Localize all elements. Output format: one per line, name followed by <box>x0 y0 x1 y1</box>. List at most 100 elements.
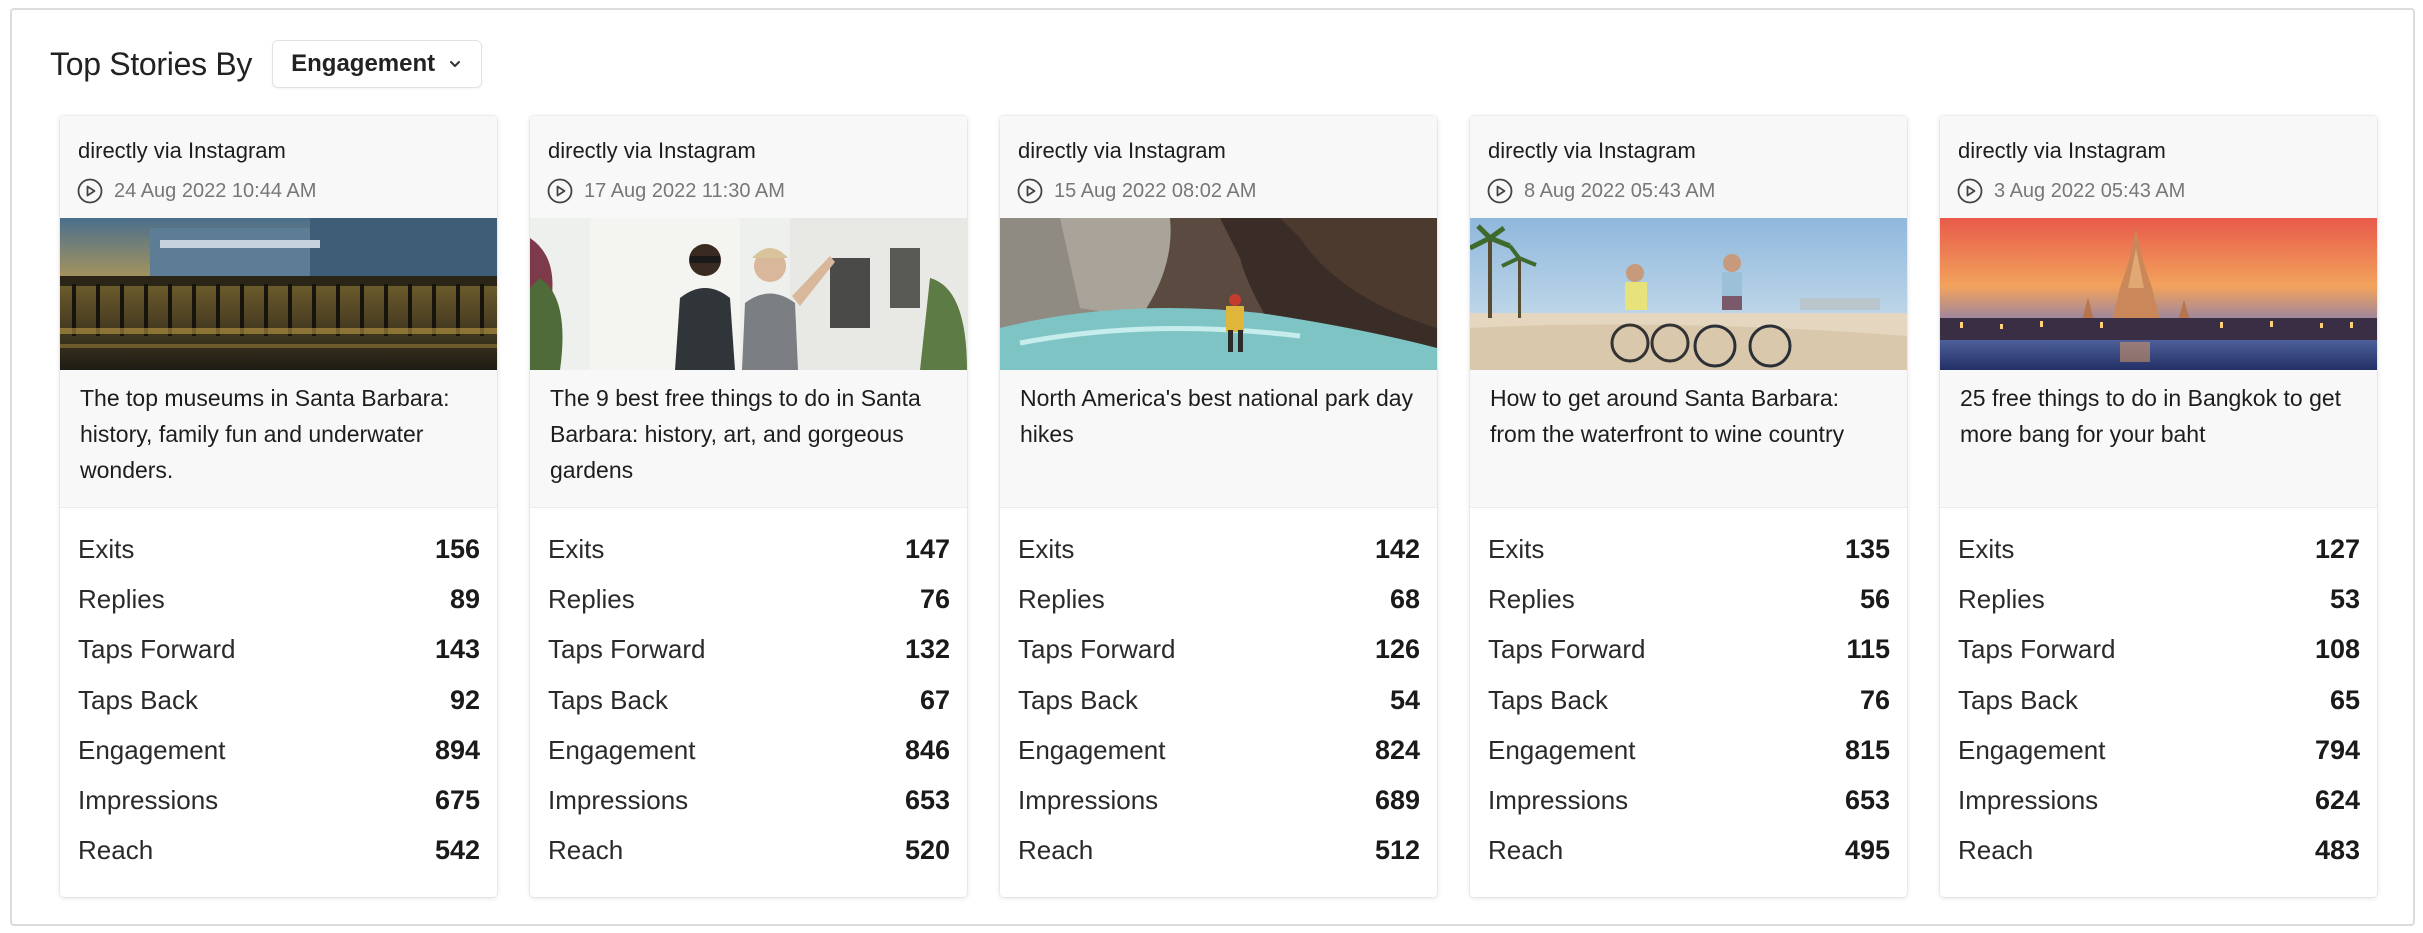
play-icon <box>547 178 573 204</box>
story-source: directly via Instagram <box>78 138 286 163</box>
stat-row-engagement: Engagement 815 <box>1488 725 1890 775</box>
story-meta: 3 Aug 2022 05:43 AM <box>1956 174 2185 208</box>
stat-label: Engagement <box>1018 734 1166 765</box>
stat-label: Replies <box>1488 583 1575 614</box>
stat-row-replies: Replies 56 <box>1488 574 1890 624</box>
story-thumbnail[interactable] <box>1470 218 1907 370</box>
stat-label: Exits <box>78 533 135 564</box>
stat-row-replies: Replies 89 <box>78 574 480 624</box>
stat-label: Exits <box>1958 533 2015 564</box>
stat-label: Replies <box>78 583 165 614</box>
story-thumbnail[interactable] <box>1000 218 1437 370</box>
stat-value: 127 <box>2314 533 2360 564</box>
story-caption: The top museums in Santa Barbara: histor… <box>80 385 450 483</box>
stat-value: 68 <box>1389 583 1420 614</box>
card-divider <box>530 507 967 508</box>
stat-label: Reach <box>78 835 154 866</box>
stat-value: 815 <box>1844 734 1890 765</box>
stat-value: 520 <box>904 835 950 866</box>
stat-label: Reach <box>1018 835 1094 866</box>
stat-row-impressions: Impressions 653 <box>1488 775 1890 825</box>
story-cards: directly via Instagram 24 Aug 2022 10:44… <box>60 116 2377 897</box>
stat-value: 115 <box>1846 634 1890 665</box>
stat-row-replies: Replies 53 <box>1958 574 2360 624</box>
stat-label: Taps Forward <box>1018 634 1176 665</box>
story-source: directly via Instagram <box>1958 138 2166 163</box>
stat-value: 542 <box>434 835 480 866</box>
stat-row-exits: Exits 135 <box>1488 524 1890 574</box>
story-source: directly via Instagram <box>548 138 756 163</box>
story-card[interactable]: directly via Instagram 17 Aug 2022 11:30… <box>530 116 967 897</box>
stat-value: 67 <box>919 684 950 715</box>
stat-row-reach: Reach 495 <box>1488 826 1890 876</box>
stat-value: 495 <box>1844 835 1890 866</box>
card-divider <box>1000 507 1437 508</box>
story-caption: North America's best national park day h… <box>1020 385 1414 447</box>
stat-value: 143 <box>434 634 480 665</box>
stat-row-impressions: Impressions 675 <box>78 775 480 825</box>
play-icon <box>1017 178 1043 204</box>
stat-row-reach: Reach 512 <box>1018 826 1420 876</box>
stat-row-taps-back: Taps Back 67 <box>548 675 950 725</box>
stat-value: 53 <box>2329 583 2360 614</box>
stat-value: 846 <box>904 734 950 765</box>
story-preview: directly via Instagram 3 Aug 2022 05:43 … <box>1940 116 2377 507</box>
stat-value: 92 <box>449 684 480 715</box>
story-card[interactable]: directly via Instagram 8 Aug 2022 05:43 … <box>1470 116 1907 897</box>
story-thumbnail[interactable] <box>530 218 967 370</box>
stat-value: 56 <box>1859 583 1890 614</box>
story-caption: How to get around Santa Barbara: from th… <box>1490 385 1845 447</box>
top-stories-panel: Top Stories By Engagement directly via I… <box>10 8 2415 926</box>
story-date: 17 Aug 2022 11:30 AM <box>584 179 785 202</box>
stat-value: 147 <box>904 533 950 564</box>
stat-row-taps-forward: Taps Forward 115 <box>1488 625 1890 675</box>
story-thumbnail[interactable] <box>1940 218 2377 370</box>
card-divider <box>1470 507 1907 508</box>
play-icon <box>77 178 103 204</box>
story-caption: The 9 best free things to do in Santa Ba… <box>550 385 921 483</box>
stat-label: Exits <box>1018 533 1075 564</box>
stat-label: Replies <box>1958 583 2045 614</box>
story-meta: 17 Aug 2022 11:30 AM <box>546 174 785 208</box>
stat-row-taps-forward: Taps Forward 132 <box>548 625 950 675</box>
story-preview: directly via Instagram 8 Aug 2022 05:43 … <box>1470 116 1907 507</box>
stat-row-replies: Replies 76 <box>548 574 950 624</box>
stat-value: 794 <box>2314 734 2360 765</box>
sort-by-dropdown[interactable]: Engagement <box>272 40 483 88</box>
stat-label: Taps Back <box>548 684 668 715</box>
story-preview: directly via Instagram 17 Aug 2022 11:30… <box>530 116 967 507</box>
stat-row-engagement: Engagement 794 <box>1958 725 2360 775</box>
stat-value: 142 <box>1374 533 1420 564</box>
stat-value: 65 <box>2329 684 2360 715</box>
stat-label: Taps Back <box>1958 684 2078 715</box>
stat-value: 689 <box>1374 785 1420 816</box>
story-meta: 15 Aug 2022 08:02 AM <box>1016 174 1256 208</box>
stat-row-engagement: Engagement 846 <box>548 725 950 775</box>
story-stats: Exits 142 Replies 68 Taps Forward 126 Taps … <box>1018 524 1420 876</box>
stat-label: Taps Back <box>78 684 198 715</box>
story-meta: 24 Aug 2022 10:44 AM <box>76 174 316 208</box>
story-source: directly via Instagram <box>1018 138 1226 163</box>
stat-label: Taps Back <box>1488 684 1608 715</box>
stat-label: Reach <box>1488 835 1564 866</box>
card-divider <box>1940 507 2377 508</box>
stat-label: Taps Forward <box>1958 634 2116 665</box>
stat-row-taps-forward: Taps Forward 108 <box>1958 625 2360 675</box>
stat-value: 132 <box>904 634 950 665</box>
story-card[interactable]: directly via Instagram 15 Aug 2022 08:02… <box>1000 116 1437 897</box>
stat-row-taps-forward: Taps Forward 143 <box>78 625 480 675</box>
stat-value: 653 <box>904 785 950 816</box>
story-card[interactable]: directly via Instagram 24 Aug 2022 10:44… <box>60 116 497 897</box>
play-icon <box>1957 178 1983 204</box>
panel-header: Top Stories By Engagement <box>50 40 483 88</box>
stat-label: Engagement <box>78 734 226 765</box>
stat-value: 54 <box>1389 684 1420 715</box>
story-date: 8 Aug 2022 05:43 AM <box>1524 179 1716 202</box>
stat-label: Engagement <box>548 734 696 765</box>
stat-row-engagement: Engagement 824 <box>1018 725 1420 775</box>
stat-row-impressions: Impressions 624 <box>1958 775 2360 825</box>
story-thumbnail[interactable] <box>60 218 497 370</box>
stat-value: 894 <box>434 734 480 765</box>
story-card[interactable]: directly via Instagram 3 Aug 2022 05:43 … <box>1940 116 2377 897</box>
stat-row-taps-back: Taps Back 65 <box>1958 675 2360 725</box>
